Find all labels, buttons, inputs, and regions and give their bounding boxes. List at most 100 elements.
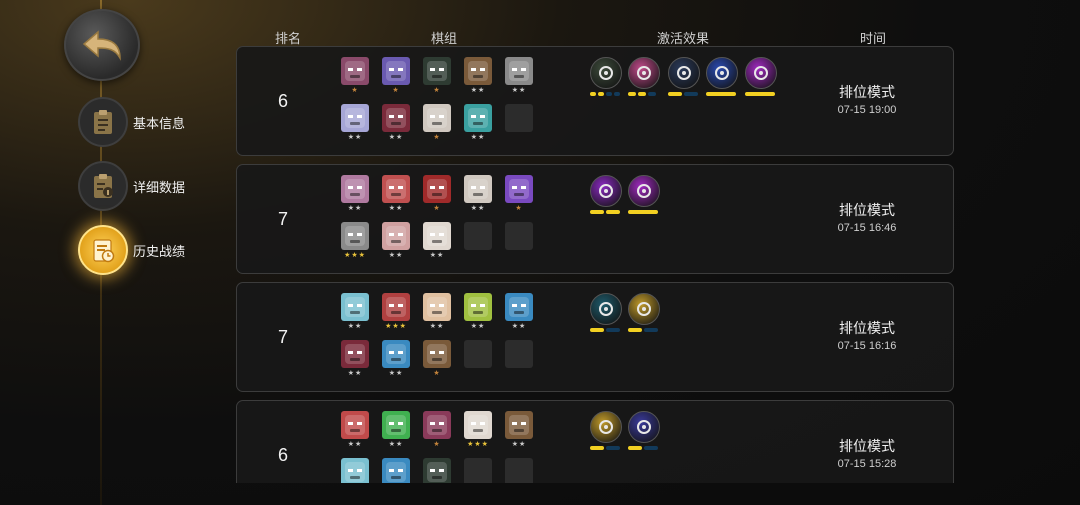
unit-portrait: ★★: [341, 340, 369, 378]
unit-avatar: [505, 411, 533, 439]
unit-portrait: ★★: [382, 340, 410, 378]
empty-slot: [464, 222, 492, 250]
unit-avatar: [464, 175, 492, 203]
star-rating: ★★: [429, 252, 445, 259]
empty-unit-slot: [464, 340, 492, 369]
unit-avatar: [382, 411, 410, 439]
star-rating: ★★: [470, 134, 486, 141]
unit-portrait: ★★: [464, 293, 492, 331]
match-row[interactable]: 7 ★★ ★★ ★ ★★ ★ ★★★ ★★ ★★ 排位模式 07-15 16:4…: [236, 164, 954, 274]
keyhole-icon: [590, 411, 622, 443]
unit-portrait: ★★★: [382, 293, 410, 331]
game-mode: 排位模式: [839, 84, 895, 100]
trait-badge: [745, 57, 777, 96]
trait-level-bars: [628, 328, 660, 332]
unit-avatar: [341, 293, 369, 321]
unit-portrait: ★★: [423, 458, 451, 483]
unit-avatar: [464, 57, 492, 85]
star-rating: ★: [433, 87, 441, 94]
unit-avatar: [423, 293, 451, 321]
star-rating: ★★: [511, 441, 527, 448]
star-rating: ★: [392, 87, 400, 94]
unit-portrait: ★★: [464, 175, 492, 213]
unit-portrait: ★★: [382, 222, 410, 260]
unit-portrait: ★: [423, 340, 451, 378]
match-time: 07-15 16:46: [837, 222, 897, 234]
unit-avatar: [423, 104, 451, 132]
star-rating: ★★★: [344, 252, 366, 259]
match-row[interactable]: 7 ★★ ★★★ ★★ ★★ ★★ ★★ ★★ ★ 排位模式 07-15 16:…: [236, 282, 954, 392]
trait-badge: [628, 57, 660, 96]
match-history-list[interactable]: 6 ★ ★ ★ ★★ ★★ ★★ ★★ ★ ★★ 排位模式 07-15 19:0…: [236, 46, 954, 483]
empty-slot: [464, 340, 492, 368]
empty-slot: [464, 458, 492, 483]
trait-level-bars: [745, 92, 777, 96]
match-row[interactable]: 6 ★★ ★★ ★ ★★★ ★★ 排位模式 07-15 15:28: [236, 400, 954, 483]
match-time: 07-15 16:16: [837, 340, 897, 352]
star-rating: ★: [351, 87, 359, 94]
unit-portrait: ★★: [464, 104, 492, 142]
rank-value: 7: [277, 327, 288, 347]
unit-avatar: [423, 340, 451, 368]
unit-portrait: ★: [423, 57, 451, 95]
header-lineup: 棋组: [430, 31, 458, 46]
unit-portrait: ★★: [505, 411, 533, 449]
unit-portrait: ★★: [341, 458, 369, 483]
star-rating: ★★: [511, 87, 527, 94]
unit-avatar: [505, 57, 533, 85]
trait-level-bars: [590, 92, 622, 96]
star-rating: ★★: [347, 441, 363, 448]
unit-portrait: ★: [423, 175, 451, 213]
star-rating: ★★: [347, 205, 363, 212]
star-rating: ★★: [388, 441, 404, 448]
question-circle-icon: [590, 293, 622, 325]
unit-portrait: ★★: [382, 458, 410, 483]
header-traits: 激活效果: [656, 31, 710, 46]
header-time: 时间: [859, 31, 887, 46]
trait-level-bars: [668, 92, 700, 96]
star-rating: ★★★: [467, 441, 489, 448]
trait-badge: [590, 175, 622, 214]
unit-avatar: [505, 175, 533, 203]
unit-portrait: ★: [423, 104, 451, 142]
unit-avatar: [382, 57, 410, 85]
unit-avatar: [382, 175, 410, 203]
unit-avatar: [423, 458, 451, 483]
empty-unit-slot: [505, 104, 533, 133]
star-rating: ★: [433, 441, 441, 448]
skull-icon: [628, 175, 660, 207]
trait-level-bars: [628, 92, 660, 96]
unit-portrait: ★: [423, 411, 451, 449]
shuriken-icon: [668, 57, 700, 89]
empty-unit-slot: [505, 340, 533, 369]
unit-avatar: [464, 411, 492, 439]
match-time: 07-15 15:28: [837, 458, 897, 470]
unit-portrait: ★★★: [464, 411, 492, 449]
unit-avatar: [464, 293, 492, 321]
star-rating: ★★: [470, 205, 486, 212]
empty-unit-slot: [464, 458, 492, 483]
nav-item-basic-info[interactable]: 基本信息: [78, 97, 185, 147]
nav-item-history[interactable]: 历史战绩: [78, 225, 185, 275]
star-rating: ★★: [347, 323, 363, 330]
match-row[interactable]: 6 ★ ★ ★ ★★ ★★ ★★ ★★ ★ ★★ 排位模式 07-15 19:0…: [236, 46, 954, 156]
trait-level-bars: [590, 210, 622, 214]
star-rating: ★★: [347, 370, 363, 377]
nav-item-detail-data[interactable]: 详细数据: [78, 161, 185, 211]
rank-value: 6: [277, 91, 288, 111]
star-rating: ★★: [388, 134, 404, 141]
star-rating: ★★: [347, 134, 363, 141]
unit-avatar: [341, 340, 369, 368]
lightning-icon: [706, 57, 738, 89]
star-rating: ★: [433, 205, 441, 212]
star-rating: ★★: [429, 323, 445, 330]
unit-avatar: [423, 175, 451, 203]
trait-badge: [590, 57, 622, 96]
unit-avatar: [341, 222, 369, 250]
trait-badge: [706, 57, 738, 96]
clipboard-icon: [78, 97, 128, 147]
trait-level-bars: [706, 92, 738, 96]
unit-avatar: [341, 57, 369, 85]
trait-badge: [668, 57, 700, 96]
unit-portrait: ★★★: [341, 222, 369, 260]
